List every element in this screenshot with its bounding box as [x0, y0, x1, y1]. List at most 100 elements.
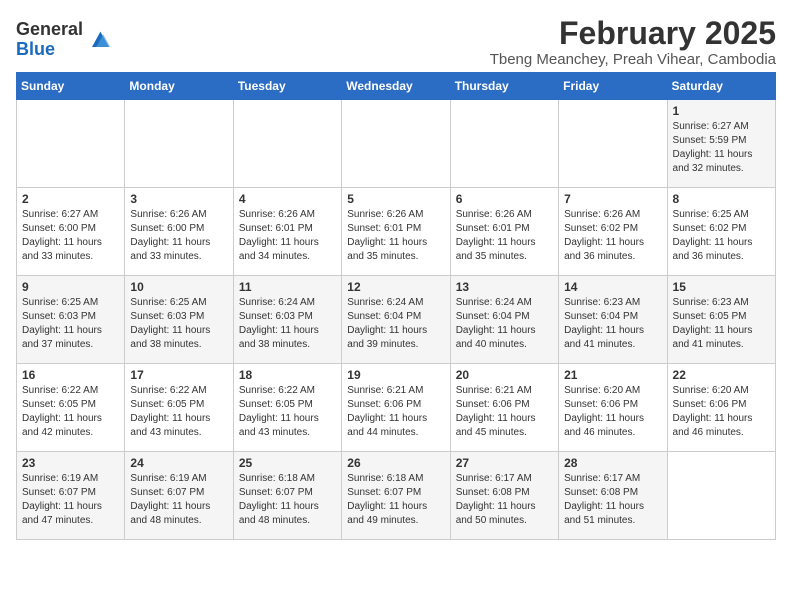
- day-info: Sunrise: 6:24 AM Sunset: 6:04 PM Dayligh…: [456, 296, 553, 352]
- day-info: Sunrise: 6:20 AM Sunset: 6:06 PM Dayligh…: [673, 384, 770, 440]
- calendar-cell: 26 Sunrise: 6:18 AM Sunset: 6:07 PM Dayli…: [342, 452, 450, 540]
- day-info: Sunrise: 6:25 AM Sunset: 6:03 PM Dayligh…: [130, 296, 227, 352]
- weekday-header-friday: Friday: [559, 73, 667, 100]
- day-info: Sunrise: 6:20 AM Sunset: 6:06 PM Dayligh…: [564, 384, 661, 440]
- calendar-week-1: 1 Sunrise: 6:27 AM Sunset: 5:59 PM Daylig…: [17, 100, 776, 188]
- calendar-cell: 4 Sunrise: 6:26 AM Sunset: 6:01 PM Daylig…: [233, 188, 341, 276]
- weekday-header-sunday: Sunday: [17, 73, 125, 100]
- logo-general: General: [16, 20, 83, 40]
- day-number: 28: [564, 456, 661, 470]
- calendar-week-2: 2Sunrise: 6:27 AM Sunset: 6:00 PM Daylig…: [17, 188, 776, 276]
- day-number: 24: [130, 456, 227, 470]
- day-info: Sunrise: 6:24 AM Sunset: 6:03 PM Dayligh…: [239, 296, 336, 352]
- day-number: 8: [673, 192, 770, 206]
- day-info: Sunrise: 6:26 AM Sunset: 6:01 PM Dayligh…: [239, 208, 336, 264]
- calendar-cell: 20Sunrise: 6:21 AM Sunset: 6:06 PM Dayli…: [450, 364, 558, 452]
- day-number: 27: [456, 456, 553, 470]
- calendar-cell: 18 Sunrise: 6:22 AM Sunset: 6:05 PM Dayli…: [233, 364, 341, 452]
- day-info: Sunrise: 6:19 AM Sunset: 6:07 PM Dayligh…: [130, 472, 227, 528]
- day-number: 25: [239, 456, 336, 470]
- day-info: Sunrise: 6:22 AM Sunset: 6:05 PM Dayligh…: [22, 384, 119, 440]
- day-number: 19: [347, 368, 444, 382]
- day-number: 21: [564, 368, 661, 382]
- day-info: Sunrise: 6:18 AM Sunset: 6:07 PM Dayligh…: [347, 472, 444, 528]
- day-number: 3: [130, 192, 227, 206]
- calendar-cell: 16 Sunrise: 6:22 AM Sunset: 6:05 PM Dayli…: [17, 364, 125, 452]
- weekday-header-tuesday: Tuesday: [233, 73, 341, 100]
- calendar-cell: [559, 100, 667, 188]
- month-title: February 2025: [490, 16, 776, 51]
- calendar-cell: 7Sunrise: 6:26 AM Sunset: 6:02 PM Daylig…: [559, 188, 667, 276]
- calendar-cell: [450, 100, 558, 188]
- weekday-header-row: SundayMondayTuesdayWednesdayThursdayFrid…: [17, 73, 776, 100]
- day-info: Sunrise: 6:27 AM Sunset: 5:59 PM Dayligh…: [673, 120, 770, 176]
- day-number: 12: [347, 280, 444, 294]
- calendar-cell: 15 Sunrise: 6:23 AM Sunset: 6:05 PM Dayli…: [667, 276, 775, 364]
- calendar-cell: [342, 100, 450, 188]
- calendar-cell: 9 Sunrise: 6:25 AM Sunset: 6:03 PM Daylig…: [17, 276, 125, 364]
- day-number: 5: [347, 192, 444, 206]
- day-number: 20: [456, 368, 553, 382]
- calendar-cell: 24 Sunrise: 6:19 AM Sunset: 6:07 PM Dayli…: [125, 452, 233, 540]
- day-info: Sunrise: 6:18 AM Sunset: 6:07 PM Dayligh…: [239, 472, 336, 528]
- day-number: 14: [564, 280, 661, 294]
- logo-icon: [85, 26, 113, 54]
- day-number: 15: [673, 280, 770, 294]
- logo: General Blue: [16, 20, 113, 60]
- calendar-cell: 27 Sunrise: 6:17 AM Sunset: 6:08 PM Dayli…: [450, 452, 558, 540]
- day-number: 10: [130, 280, 227, 294]
- weekday-header-monday: Monday: [125, 73, 233, 100]
- day-number: 17: [130, 368, 227, 382]
- day-number: 7: [564, 192, 661, 206]
- calendar-cell: 23Sunrise: 6:19 AM Sunset: 6:07 PM Dayli…: [17, 452, 125, 540]
- day-number: 4: [239, 192, 336, 206]
- calendar-week-4: 16 Sunrise: 6:22 AM Sunset: 6:05 PM Dayli…: [17, 364, 776, 452]
- calendar-cell: 12 Sunrise: 6:24 AM Sunset: 6:04 PM Dayli…: [342, 276, 450, 364]
- day-number: 22: [673, 368, 770, 382]
- calendar-cell: 11Sunrise: 6:24 AM Sunset: 6:03 PM Dayli…: [233, 276, 341, 364]
- day-number: 26: [347, 456, 444, 470]
- day-info: Sunrise: 6:26 AM Sunset: 6:01 PM Dayligh…: [456, 208, 553, 264]
- day-number: 16: [22, 368, 119, 382]
- calendar-cell: 2Sunrise: 6:27 AM Sunset: 6:00 PM Daylig…: [17, 188, 125, 276]
- title-block: February 2025 Tbeng Meanchey, Preah Vihe…: [490, 16, 776, 68]
- day-number: 6: [456, 192, 553, 206]
- calendar-table: SundayMondayTuesdayWednesdayThursdayFrid…: [16, 72, 776, 540]
- day-number: 1: [673, 104, 770, 118]
- calendar-cell: 21 Sunrise: 6:20 AM Sunset: 6:06 PM Dayli…: [559, 364, 667, 452]
- calendar-cell: [667, 452, 775, 540]
- day-info: Sunrise: 6:22 AM Sunset: 6:05 PM Dayligh…: [239, 384, 336, 440]
- day-info: Sunrise: 6:26 AM Sunset: 6:01 PM Dayligh…: [347, 208, 444, 264]
- calendar-cell: [233, 100, 341, 188]
- day-info: Sunrise: 6:17 AM Sunset: 6:08 PM Dayligh…: [456, 472, 553, 528]
- weekday-header-saturday: Saturday: [667, 73, 775, 100]
- day-info: Sunrise: 6:24 AM Sunset: 6:04 PM Dayligh…: [347, 296, 444, 352]
- weekday-header-wednesday: Wednesday: [342, 73, 450, 100]
- day-number: 23: [22, 456, 119, 470]
- calendar-cell: 6 Sunrise: 6:26 AM Sunset: 6:01 PM Daylig…: [450, 188, 558, 276]
- calendar-week-5: 23 Sunrise: 6:19 AM Sunset: 6:07 PM Dayli…: [17, 452, 776, 540]
- day-info: Sunrise: 6:25 AM Sunset: 6:03 PM Dayligh…: [22, 296, 119, 352]
- day-number: 9: [22, 280, 119, 294]
- calendar-cell: 5 Sunrise: 6:26 AM Sunset: 6:01 PM Daylig…: [342, 188, 450, 276]
- calendar-cell: 22 Sunrise: 6:20 AM Sunset: 6:06 PM Dayli…: [667, 364, 775, 452]
- calendar-cell: 19 Sunrise: 6:21 AM Sunset: 6:06 PM Dayli…: [342, 364, 450, 452]
- calendar-cell: 28Sunrise: 6:17 AM Sunset: 6:08 PM Dayli…: [559, 452, 667, 540]
- day-info: Sunrise: 6:23 AM Sunset: 6:05 PM Dayligh…: [673, 296, 770, 352]
- calendar-cell: 8 Sunrise: 6:25 AM Sunset: 6:02 PM Daylig…: [667, 188, 775, 276]
- day-info: Sunrise: 6:26 AM Sunset: 6:00 PM Dayligh…: [130, 208, 227, 264]
- day-number: 2: [22, 192, 119, 206]
- day-info: Sunrise: 6:22 AM Sunset: 6:05 PM Dayligh…: [130, 384, 227, 440]
- logo-blue: Blue: [16, 40, 83, 60]
- calendar-cell: 1 Sunrise: 6:27 AM Sunset: 5:59 PM Daylig…: [667, 100, 775, 188]
- calendar-cell: [125, 100, 233, 188]
- day-info: Sunrise: 6:25 AM Sunset: 6:02 PM Dayligh…: [673, 208, 770, 264]
- day-info: Sunrise: 6:21 AM Sunset: 6:06 PM Dayligh…: [347, 384, 444, 440]
- day-info: Sunrise: 6:23 AM Sunset: 6:04 PM Dayligh…: [564, 296, 661, 352]
- day-number: 18: [239, 368, 336, 382]
- calendar-cell: [17, 100, 125, 188]
- calendar-cell: 25 Sunrise: 6:18 AM Sunset: 6:07 PM Dayli…: [233, 452, 341, 540]
- page-header: General Blue February 2025 Tbeng Meanche…: [16, 16, 776, 68]
- calendar-cell: 3 Sunrise: 6:26 AM Sunset: 6:00 PM Daylig…: [125, 188, 233, 276]
- calendar-cell: 14 Sunrise: 6:23 AM Sunset: 6:04 PM Dayli…: [559, 276, 667, 364]
